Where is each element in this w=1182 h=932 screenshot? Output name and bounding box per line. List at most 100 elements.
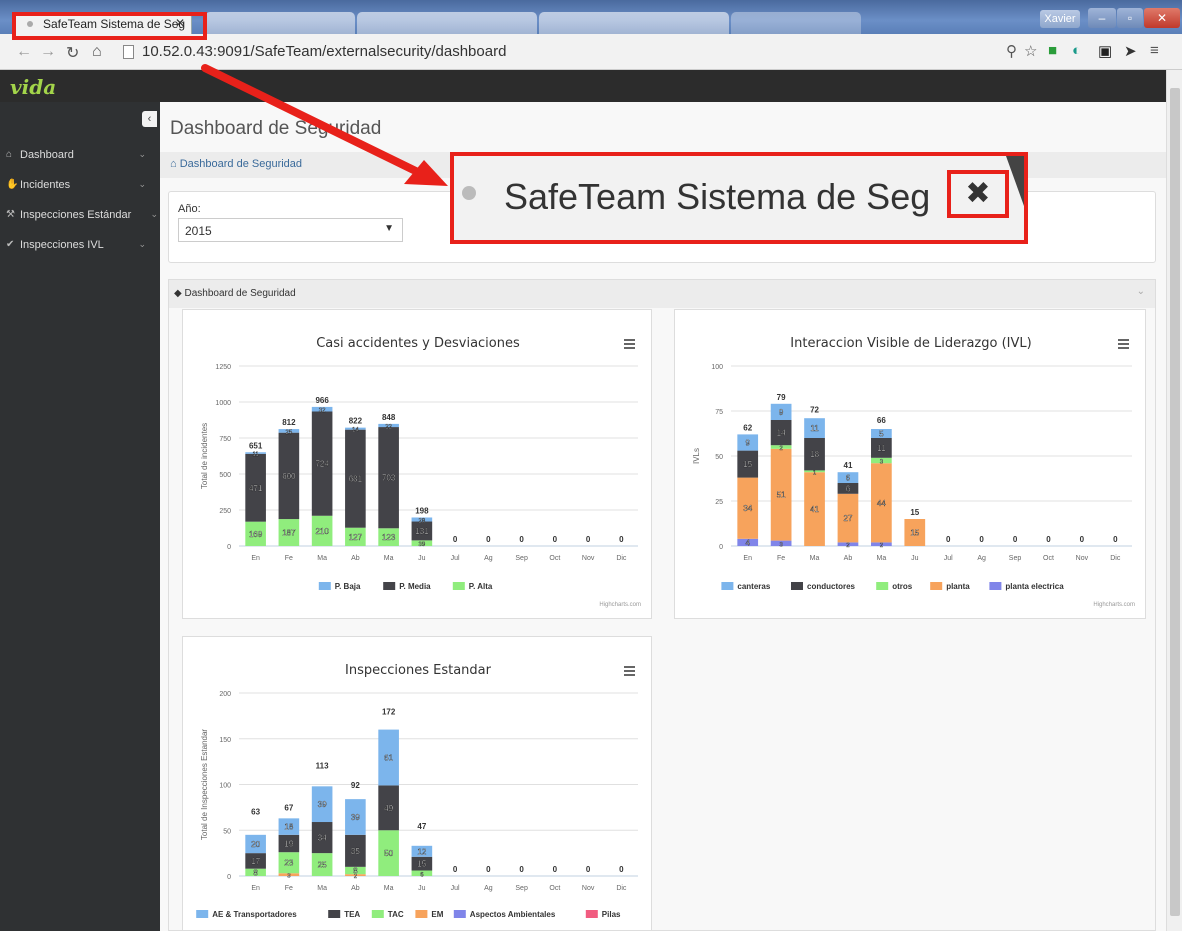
x-tick-label: Fe — [285, 885, 293, 892]
bar-segment-label: 131 — [415, 527, 429, 536]
x-tick-label: Ab — [351, 555, 360, 562]
extension-send-icon[interactable]: ➤ — [1124, 42, 1137, 60]
extension-save-icon[interactable]: ▣ — [1098, 42, 1112, 60]
dashboard-panel-header[interactable]: ◆ Dashboard de Seguridad ⌄ — [169, 280, 1155, 308]
x-tick-label: Ju — [418, 885, 426, 892]
bar-total-label: 0 — [486, 865, 491, 874]
legend-swatch — [371, 910, 384, 918]
callout-close-icon: ✖ — [947, 170, 1009, 218]
bar-total-label: 72 — [810, 405, 819, 414]
extension-wave-icon[interactable]: ◐ — [1072, 42, 1081, 59]
x-tick-label: Ab — [844, 555, 853, 562]
reload-icon[interactable]: ↻ — [66, 43, 79, 63]
address-bar[interactable]: 10.52.0.43:9091/SafeTeam/externalsecurit… — [142, 43, 506, 60]
sidebar-item-inspecciones-estandar[interactable]: ⚒ Inspecciones Estándar ⌄ — [0, 200, 160, 230]
year-select[interactable]: 2015 ▼ — [178, 218, 403, 242]
panel-title: Dashboard de Seguridad — [184, 288, 296, 299]
star-icon[interactable]: ☆ — [1024, 42, 1037, 60]
bar-segment-label: 61 — [384, 754, 393, 763]
legend-swatch — [453, 910, 466, 918]
sidebar-item-label: Incidentes — [20, 179, 71, 191]
y-tick-label: 50 — [223, 828, 231, 835]
sidebar-item-inspecciones-ivl[interactable]: ✔ Inspecciones IVL ⌄ — [0, 230, 160, 260]
x-tick-label: Ma — [317, 555, 327, 562]
maximize-icon[interactable]: ▫ — [1117, 8, 1143, 28]
y-axis-label: Total de Inspecciones Estandar — [200, 729, 209, 841]
bar-total-label: 848 — [382, 413, 396, 422]
zoom-icon[interactable]: ⚲ — [1006, 42, 1017, 60]
sidebar-item-dashboard[interactable]: ⌂ Dashboard ⌄ — [0, 140, 160, 170]
browser-tab[interactable] — [357, 12, 537, 34]
chart-ivl: Interaccion Visible de Liderazgo (IVL) 0 2… — [674, 309, 1146, 619]
bar-segment-label: 11 — [810, 424, 819, 433]
x-tick-label: Jul — [451, 885, 460, 892]
bar-segment-label: 8 — [253, 868, 258, 877]
bar-segment-label: 703 — [382, 474, 396, 483]
y-tick-label: 0 — [719, 544, 723, 551]
bar-segment-label: 19 — [284, 840, 293, 849]
chart-title: Inspecciones Estandar — [345, 663, 492, 678]
y-tick-label: 150 — [219, 737, 231, 744]
bar-segment-label: 9 — [745, 439, 750, 448]
x-tick-label: Ma — [384, 555, 394, 562]
bar-total-label: 47 — [417, 822, 426, 831]
page-scrollbar[interactable] — [1166, 70, 1182, 931]
home-icon: ⌂ — [6, 149, 13, 160]
y-tick-label: 100 — [219, 783, 231, 790]
x-tick-label: Fe — [777, 555, 785, 562]
x-tick-label: Sep — [515, 555, 528, 562]
minimize-icon[interactable]: – — [1088, 8, 1116, 28]
legend-swatch — [791, 582, 803, 590]
callout-tab-title: SafeTeam Sistema de Seg — [504, 176, 931, 217]
x-tick-label: Jul — [944, 555, 953, 562]
extension-green-icon[interactable]: ■ — [1048, 42, 1057, 59]
favicon-icon — [462, 186, 476, 200]
x-tick-label: Jul — [451, 555, 460, 562]
bar-segment-label: 28 — [419, 519, 426, 525]
chart-title: Casi accidentes y Desviaciones — [316, 336, 520, 351]
tab-highlight-box — [12, 12, 207, 40]
x-tick-label: Ma — [317, 885, 327, 892]
bar-total-label: 0 — [619, 535, 624, 544]
forward-arrow-icon[interactable]: → — [40, 43, 56, 61]
y-tick-label: 0 — [227, 544, 231, 551]
legend-label: EM — [431, 910, 443, 919]
home-icon: ⌂ — [170, 158, 177, 170]
x-tick-label: Dic — [616, 555, 627, 562]
menu-icon-line — [1118, 347, 1129, 349]
back-arrow-icon[interactable]: ← — [16, 43, 32, 61]
legend-swatch — [721, 582, 734, 590]
breadcrumb-link[interactable]: Dashboard de Seguridad — [180, 158, 302, 170]
bar-segment-label: 17 — [251, 857, 260, 866]
legend-label: planta — [946, 582, 970, 591]
bar-segment-label: 169 — [249, 530, 263, 539]
bar-total-label: 79 — [777, 393, 786, 402]
bar-segment-label: 15 — [743, 460, 752, 469]
profile-button[interactable]: Xavier — [1040, 10, 1080, 28]
browser-tab[interactable] — [205, 12, 355, 34]
browser-tab[interactable] — [731, 12, 861, 34]
menu-icon[interactable]: ≡ — [1150, 42, 1159, 59]
bar-total-label: 0 — [1113, 535, 1118, 544]
bar-segment-label: 15 — [417, 860, 426, 869]
sidebar-collapse-icon[interactable]: ‹ — [142, 111, 157, 127]
bar-segment-label: 6 — [846, 474, 851, 483]
bar-segment-label: 49 — [384, 804, 393, 813]
window-close-icon[interactable]: ✕ — [1144, 8, 1180, 28]
y-axis-label: Total de incidentes — [200, 423, 209, 489]
y-tick-label: 100 — [711, 364, 723, 371]
menu-icon-line — [624, 666, 635, 668]
menu-icon-line — [624, 674, 635, 676]
bar-segment-label: 18 — [284, 823, 293, 832]
bar-segment-label: 34 — [743, 504, 752, 513]
scroll-thumb[interactable] — [1170, 88, 1180, 916]
bar-segment-label: 127 — [349, 533, 363, 542]
browser-tab[interactable] — [539, 12, 729, 34]
bar-segment-label: 123 — [382, 533, 396, 542]
legend-label: Aspectos Ambientales — [470, 910, 556, 919]
chart-svg: Casi accidentes y Desviaciones0250500750… — [200, 336, 641, 608]
sidebar-item-incidentes[interactable]: ✋ Incidentes ⌄ — [0, 170, 160, 200]
tags-icon: ◆ — [174, 288, 182, 299]
home-icon[interactable]: ⌂ — [92, 43, 102, 61]
legend-swatch — [930, 582, 943, 590]
